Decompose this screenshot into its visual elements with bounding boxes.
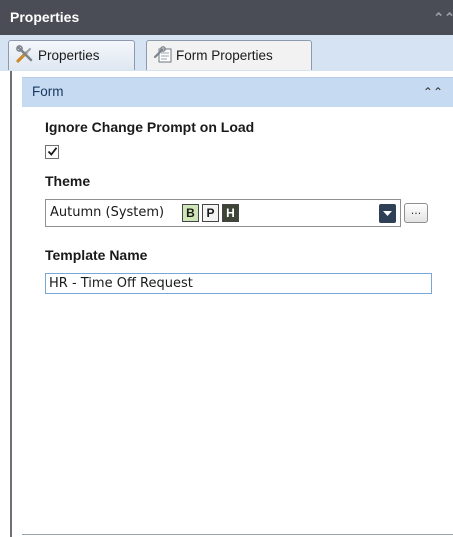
tab-properties-label: Properties (38, 48, 100, 63)
theme-swatch-b: B (182, 204, 199, 222)
tab-form-properties[interactable]: Form Properties (146, 40, 312, 70)
tab-strip: Properties Form Properties (0, 35, 453, 71)
panel-title: Properties (10, 9, 80, 25)
panel-header: Properties ⌃⌃ (0, 0, 453, 35)
caret-down-icon (383, 211, 392, 216)
checkmark-icon (47, 147, 58, 156)
theme-dropdown-button[interactable] (379, 204, 396, 223)
theme-select[interactable]: Autumn (System) B P H (45, 199, 401, 227)
properties-content: Form ⌃⌃ (10, 71, 453, 537)
theme-swatch-h: H (222, 204, 239, 222)
theme-value: Autumn (System) (50, 205, 165, 220)
tab-properties[interactable]: Properties (8, 40, 135, 70)
wrench-screwdriver-icon (15, 44, 38, 67)
section-header-form[interactable]: Form ⌃⌃ (22, 77, 453, 107)
template-name-label: Template Name (45, 247, 148, 263)
template-name-input[interactable] (45, 273, 432, 294)
section-collapse-icon[interactable]: ⌃⌃ (423, 78, 443, 106)
tab-form-properties-label: Form Properties (176, 48, 273, 63)
form-properties-icon (153, 44, 176, 67)
section-title: Form (32, 84, 64, 99)
ignore-change-checkbox[interactable] (45, 145, 59, 159)
panel-collapse-icon[interactable]: ⌃⌃ (433, 0, 453, 35)
theme-label: Theme (45, 173, 91, 189)
ignore-change-label: Ignore Change Prompt on Load (45, 119, 255, 135)
theme-swatch-p: P (202, 204, 219, 222)
theme-more-button[interactable]: ... (404, 203, 428, 223)
